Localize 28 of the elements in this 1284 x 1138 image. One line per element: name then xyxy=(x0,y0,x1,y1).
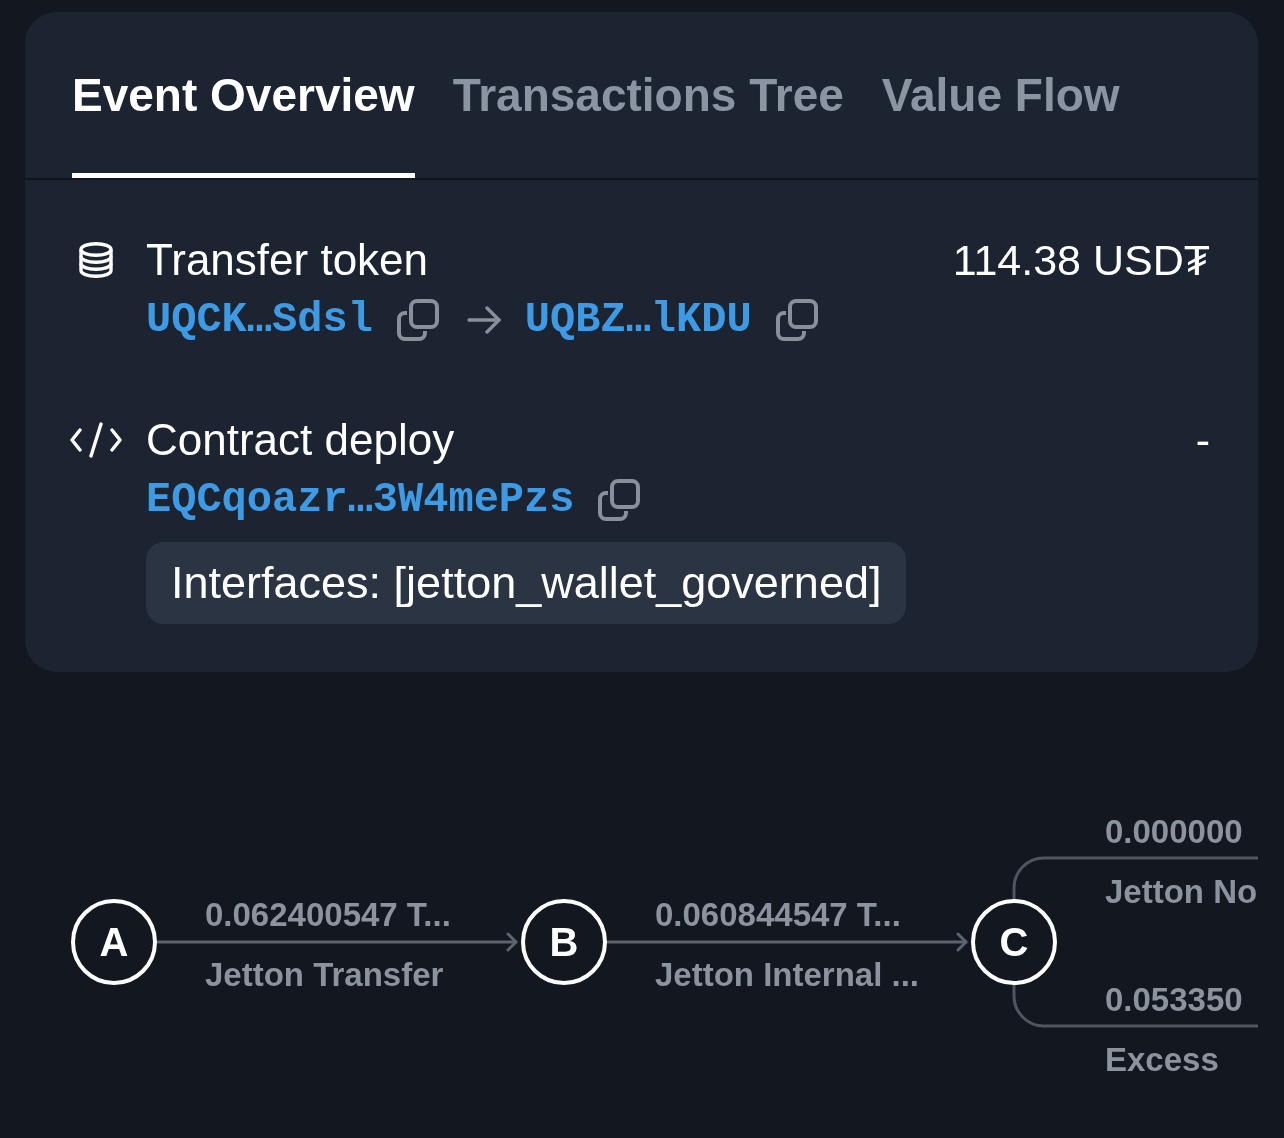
event-title: Contract deploy xyxy=(146,416,455,464)
arrow-right-icon xyxy=(466,306,501,334)
edge-amount: 0.062400547 T... xyxy=(205,895,451,935)
edge-label: Jetton Transfer xyxy=(205,955,444,995)
tab[interactable]: Transactions Tree xyxy=(452,12,844,178)
address-link[interactable]: UQCK…Sdsl xyxy=(146,296,373,344)
copy-icon[interactable] xyxy=(775,299,818,341)
event-amount: - xyxy=(1195,416,1210,464)
flow-node: C xyxy=(971,899,1057,985)
copy-icon[interactable] xyxy=(396,299,439,341)
branch-amount: 0.053350 xyxy=(1105,980,1243,1020)
event-amount: 114.38 USD₮ xyxy=(952,236,1210,284)
branch-label: Excess xyxy=(1105,1040,1219,1080)
flow-node: B xyxy=(521,899,607,985)
tab[interactable]: Event Overview xyxy=(72,12,415,178)
flow-node: A xyxy=(71,899,157,985)
interfaces-tag: Interfaces: [jetton_wallet_governed] xyxy=(146,542,907,624)
database-icon xyxy=(78,242,114,278)
event-title: Transfer token xyxy=(146,236,429,284)
branch-label: Jetton No xyxy=(1105,872,1258,912)
branch-amount: 0.000000 xyxy=(1105,812,1243,852)
address-link[interactable]: UQBZ…lKDU xyxy=(524,296,752,344)
address-link[interactable]: EQCqoazr…3W4mePzs xyxy=(146,476,575,524)
copy-icon[interactable] xyxy=(598,479,641,521)
edge-amount: 0.060844547 T... xyxy=(655,895,901,935)
tab[interactable]: Value Flow xyxy=(881,12,1120,178)
edge-label: Jetton Internal ... xyxy=(655,955,920,995)
code-icon xyxy=(70,422,122,458)
